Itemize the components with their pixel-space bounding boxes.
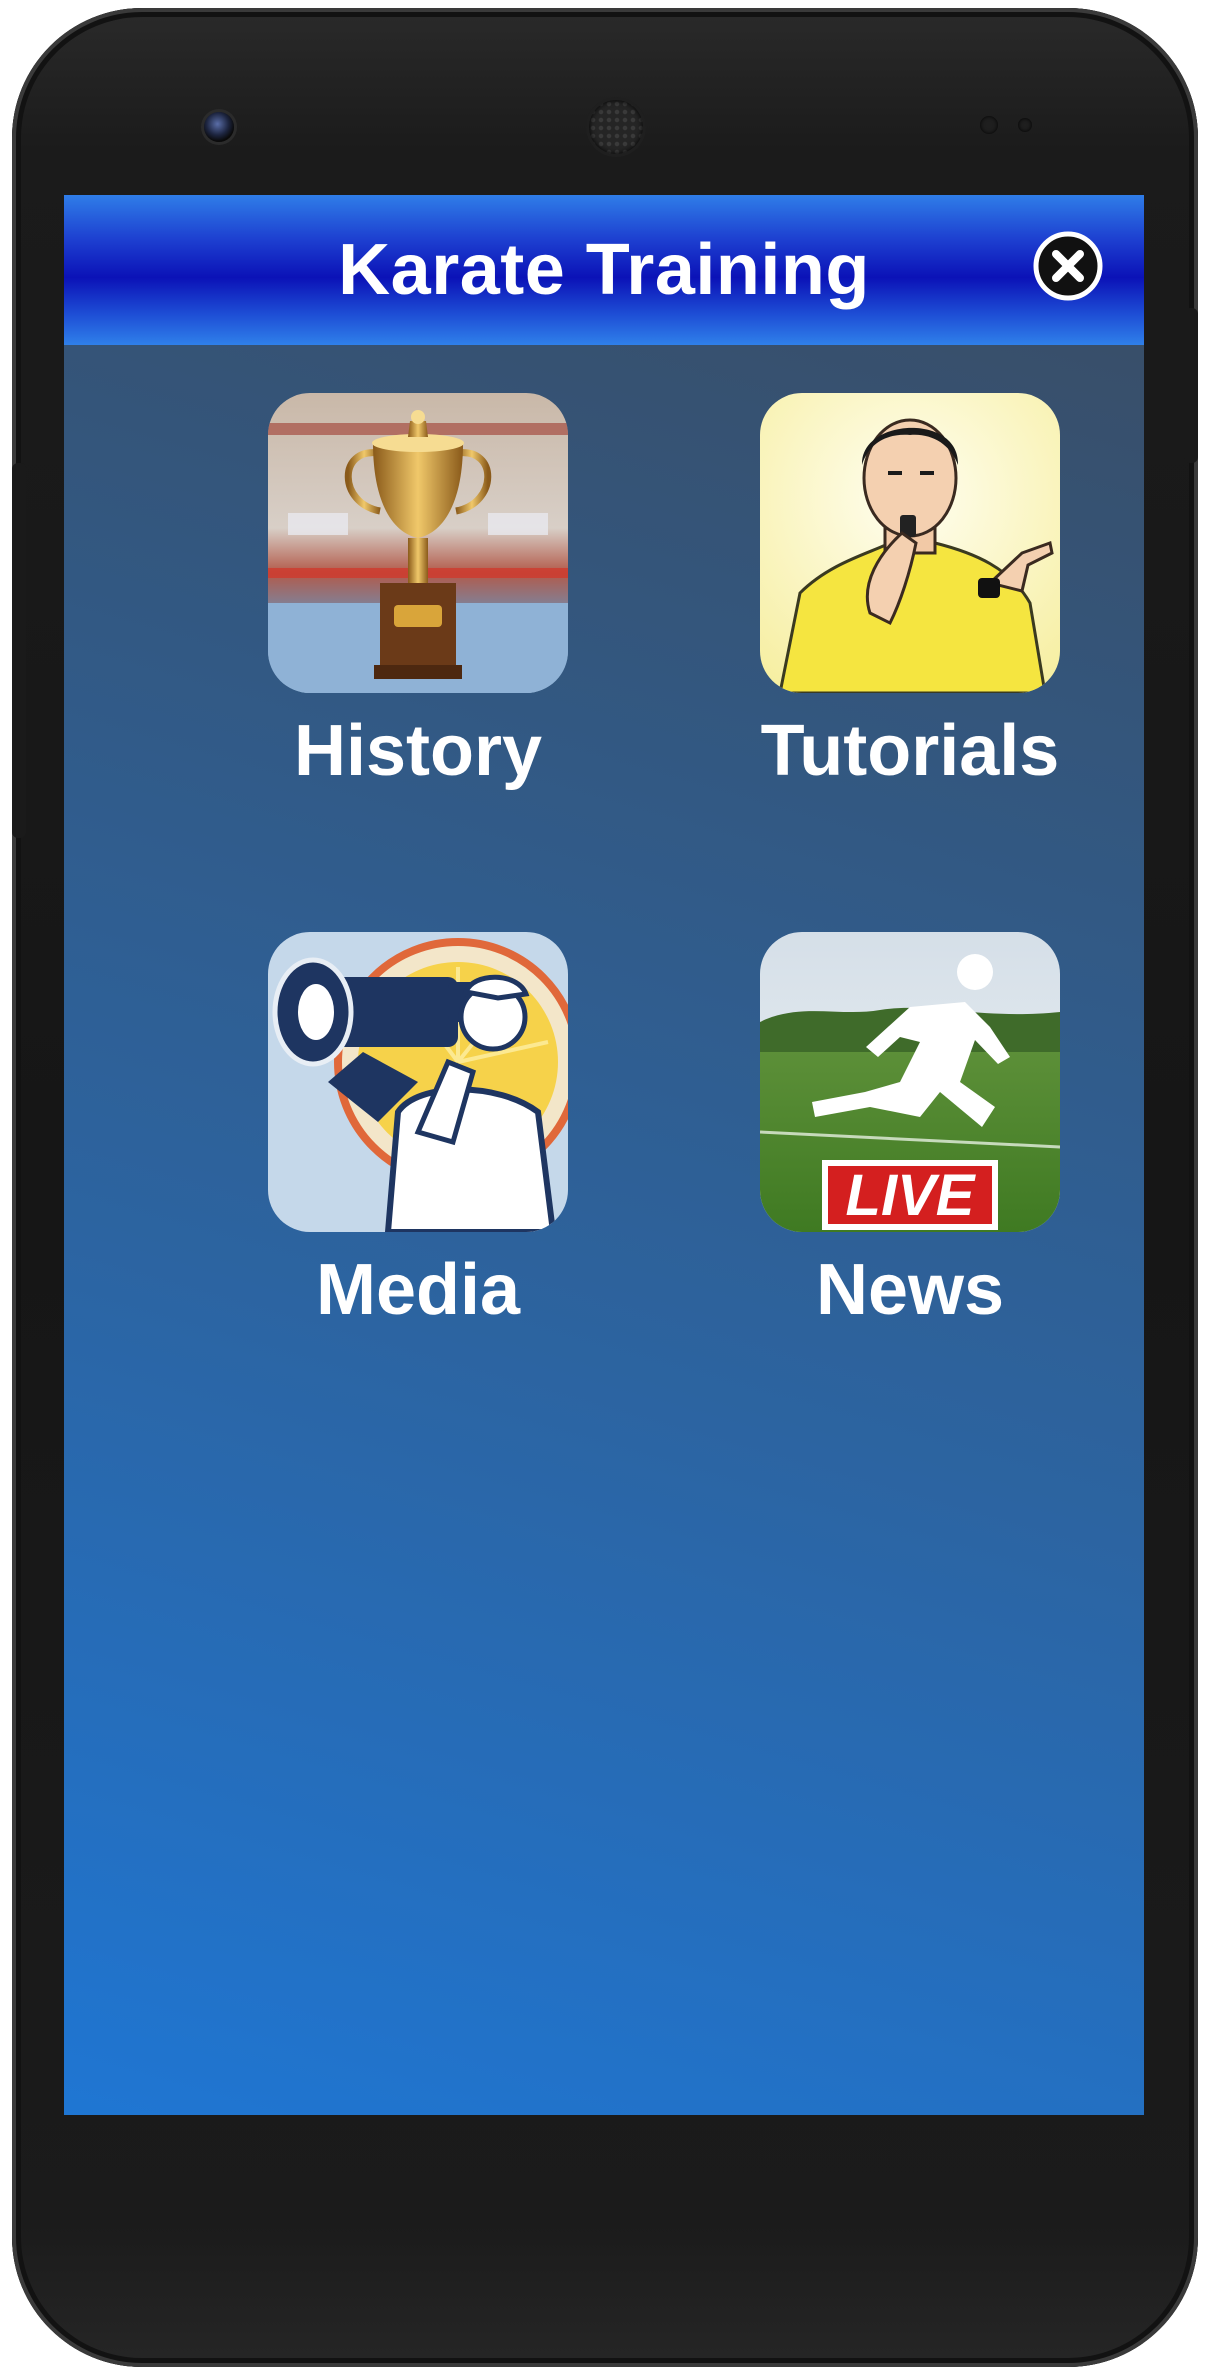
menu-item-label: History — [293, 711, 543, 791]
menu-item-tutorials[interactable]: Tutorials — [760, 393, 1060, 801]
referee-whistle-icon — [760, 393, 1060, 693]
app-title: Karate Training — [338, 230, 870, 310]
title-bar: Karate Training — [64, 195, 1144, 345]
earpiece-speaker — [589, 100, 643, 154]
light-sensor — [1018, 118, 1032, 132]
menu-item-news[interactable]: LIVE News — [760, 932, 1060, 1340]
proximity-sensor — [980, 116, 998, 134]
front-camera — [204, 112, 234, 142]
cameraman-icon — [268, 932, 568, 1232]
app-screen: Karate Training History Tutorials Media … — [64, 195, 1144, 2115]
power-button — [1184, 308, 1198, 463]
volume-button — [12, 463, 26, 838]
trophy-icon — [268, 393, 568, 693]
live-badge: LIVE — [846, 1163, 977, 1228]
close-circle-icon — [1033, 231, 1103, 301]
live-runner-icon: LIVE — [760, 932, 1060, 1232]
menu-item-label: Tutorials — [760, 711, 1060, 791]
menu-item-label: Media — [315, 1250, 521, 1330]
menu-item-label: News — [815, 1250, 1005, 1330]
menu-item-media[interactable]: Media — [268, 932, 568, 1340]
menu-item-history[interactable]: History — [268, 393, 568, 801]
close-button[interactable] — [1033, 231, 1103, 301]
